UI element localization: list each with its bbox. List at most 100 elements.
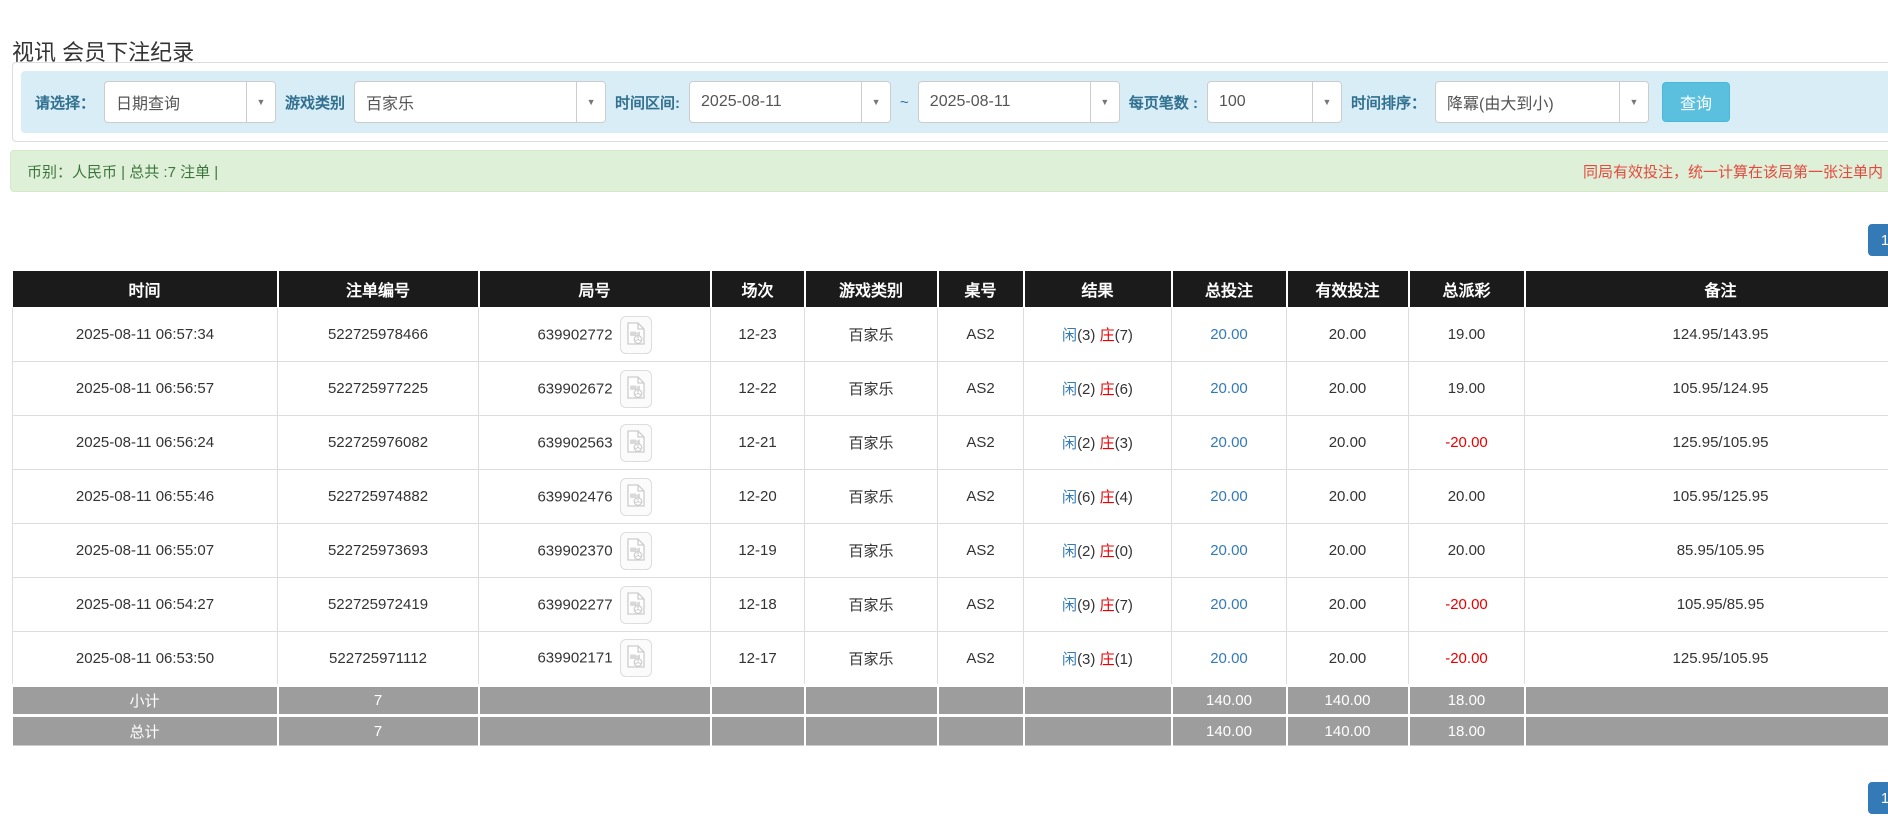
chevron-down-icon[interactable]: ▼ bbox=[1312, 82, 1341, 122]
payout-cell: -20.00 bbox=[1409, 578, 1525, 632]
bet-time-cell: 2025-08-11 06:56:57 bbox=[13, 362, 278, 416]
game-type-cell: 百家乐 bbox=[805, 308, 938, 362]
bet-time-cell: 2025-08-11 06:53:50 bbox=[13, 632, 278, 686]
pagination-page-1-bottom[interactable]: 1 bbox=[1868, 782, 1888, 814]
round-id: 639902772 bbox=[537, 326, 612, 343]
total-bet-link[interactable]: 20.00 bbox=[1210, 380, 1248, 397]
total-bet-link[interactable]: 20.00 bbox=[1210, 434, 1248, 451]
total-bet-link[interactable]: 20.00 bbox=[1210, 542, 1248, 559]
date-to-value: 2025-08-11 bbox=[919, 82, 1090, 122]
time-sort-value: 降冪(由大到小) bbox=[1436, 82, 1619, 122]
game-type-cell: 百家乐 bbox=[805, 632, 938, 686]
filter-bar: 请选择： 日期查询 ▼ 游戏类别 百家乐 ▼ 时间区间: 2025-08-11 … bbox=[21, 71, 1888, 133]
video-replay-icon bbox=[627, 645, 645, 671]
column-header-9: 总派彩 bbox=[1409, 271, 1525, 308]
total-row-count: 7 bbox=[278, 716, 479, 746]
bet-time-cell: 2025-08-11 06:54:27 bbox=[13, 578, 278, 632]
chevron-down-icon[interactable]: ▼ bbox=[576, 82, 605, 122]
valid-bet-cell: 20.00 bbox=[1287, 416, 1409, 470]
video-replay-button[interactable] bbox=[620, 586, 652, 624]
range-separator: ~ bbox=[900, 94, 909, 111]
chevron-down-icon[interactable]: ▼ bbox=[246, 82, 275, 122]
video-replay-button[interactable] bbox=[620, 370, 652, 408]
bet-id-cell: 522725977225 bbox=[278, 362, 479, 416]
game-type-cell: 百家乐 bbox=[805, 578, 938, 632]
time-range-label: 时间区间: bbox=[615, 92, 680, 113]
video-replay-button[interactable] bbox=[620, 316, 652, 354]
result-cell: 闲(2) 庄(0) bbox=[1024, 524, 1172, 578]
query-type-select[interactable]: 日期查询 ▼ bbox=[104, 81, 276, 123]
total-bet-link[interactable]: 20.00 bbox=[1210, 488, 1248, 505]
subtotal-row-round bbox=[479, 686, 711, 716]
chevron-down-icon[interactable]: ▼ bbox=[1090, 82, 1119, 122]
date-from-value: 2025-08-11 bbox=[690, 82, 861, 122]
table-row: 2025-08-11 06:54:27522725972419639902277… bbox=[13, 578, 1888, 632]
result-cell: 闲(2) 庄(3) bbox=[1024, 416, 1172, 470]
subtotal-row-count: 7 bbox=[278, 686, 479, 716]
note-cell: 124.95/143.95 bbox=[1525, 308, 1888, 362]
banker-result-score: (7) bbox=[1115, 597, 1133, 614]
video-replay-button[interactable] bbox=[620, 424, 652, 462]
round-id-cell: 639902563 bbox=[479, 416, 711, 470]
video-replay-button[interactable] bbox=[620, 532, 652, 570]
video-replay-icon bbox=[627, 484, 645, 510]
valid-bet-cell: 20.00 bbox=[1287, 578, 1409, 632]
table-code-cell: AS2 bbox=[938, 470, 1024, 524]
session-cell: 12-21 bbox=[711, 416, 805, 470]
pagination-page-1-top[interactable]: 1 bbox=[1868, 224, 1888, 256]
note-cell: 105.95/124.95 bbox=[1525, 362, 1888, 416]
filter-panel: 请选择： 日期查询 ▼ 游戏类别 百家乐 ▼ 时间区间: 2025-08-11 … bbox=[12, 62, 1888, 142]
chevron-down-icon[interactable]: ▼ bbox=[1619, 82, 1648, 122]
date-to-input[interactable]: 2025-08-11 ▼ bbox=[918, 81, 1120, 123]
game-type-select[interactable]: 百家乐 ▼ bbox=[354, 81, 606, 123]
banker-result-label: 庄 bbox=[1100, 597, 1115, 614]
subtotal-row-label: 小计 bbox=[13, 686, 278, 716]
summary-bar: 币别：人民币 | 总共 :7 注单 | 同局有效投注，统一计算在该局第一张注单内 bbox=[10, 150, 1888, 192]
column-header-8: 有效投注 bbox=[1287, 271, 1409, 308]
search-button[interactable]: 查询 bbox=[1662, 82, 1730, 122]
valid-bet-cell: 20.00 bbox=[1287, 308, 1409, 362]
summary-note: 同局有效投注，统一计算在该局第一张注单内 bbox=[1583, 161, 1883, 182]
date-from-input[interactable]: 2025-08-11 ▼ bbox=[689, 81, 891, 123]
video-replay-icon bbox=[627, 376, 645, 402]
game-type-cell: 百家乐 bbox=[805, 362, 938, 416]
subtotal-row-session bbox=[711, 686, 805, 716]
column-header-7: 总投注 bbox=[1172, 271, 1287, 308]
player-result-score: (2) bbox=[1077, 435, 1095, 452]
result-cell: 闲(3) 庄(7) bbox=[1024, 308, 1172, 362]
chevron-down-icon[interactable]: ▼ bbox=[861, 82, 890, 122]
column-header-10: 备注 bbox=[1525, 271, 1888, 308]
total-bet-link[interactable]: 20.00 bbox=[1210, 326, 1248, 343]
session-cell: 12-22 bbox=[711, 362, 805, 416]
banker-result-score: (6) bbox=[1115, 381, 1133, 398]
payout-cell: 20.00 bbox=[1409, 470, 1525, 524]
payout-cell: -20.00 bbox=[1409, 632, 1525, 686]
column-header-3: 场次 bbox=[711, 271, 805, 308]
table-row: 2025-08-11 06:55:46522725974882639902476… bbox=[13, 470, 1888, 524]
table-header-row: 时间注单编号局号场次游戏类别桌号结果总投注有效投注总派彩备注 bbox=[13, 271, 1888, 308]
round-id: 639902563 bbox=[537, 434, 612, 451]
banker-result-score: (1) bbox=[1115, 651, 1133, 668]
subtotal-row-note bbox=[1525, 686, 1888, 716]
subtotal-row-total-bet: 140.00 bbox=[1172, 686, 1287, 716]
player-result-score: (2) bbox=[1077, 381, 1095, 398]
player-result-label: 闲 bbox=[1062, 327, 1077, 344]
note-cell: 125.95/105.95 bbox=[1525, 416, 1888, 470]
query-type-value: 日期查询 bbox=[105, 82, 246, 122]
page-size-label: 每页笔数 : bbox=[1129, 92, 1198, 113]
total-bet-link[interactable]: 20.00 bbox=[1210, 650, 1248, 667]
video-replay-button[interactable] bbox=[620, 478, 652, 516]
video-replay-icon bbox=[627, 322, 645, 348]
table-code-cell: AS2 bbox=[938, 362, 1024, 416]
total-bet-cell: 20.00 bbox=[1172, 578, 1287, 632]
total-row-game bbox=[805, 716, 938, 746]
session-cell: 12-17 bbox=[711, 632, 805, 686]
time-sort-select[interactable]: 降冪(由大到小) ▼ bbox=[1435, 81, 1649, 123]
video-replay-button[interactable] bbox=[620, 639, 652, 677]
player-result-label: 闲 bbox=[1062, 381, 1077, 398]
time-sort-label: 时间排序： bbox=[1351, 92, 1426, 113]
total-bet-link[interactable]: 20.00 bbox=[1210, 596, 1248, 613]
banker-result-score: (0) bbox=[1115, 543, 1133, 560]
page-size-select[interactable]: 100 ▼ bbox=[1207, 81, 1342, 123]
player-result-label: 闲 bbox=[1062, 597, 1077, 614]
